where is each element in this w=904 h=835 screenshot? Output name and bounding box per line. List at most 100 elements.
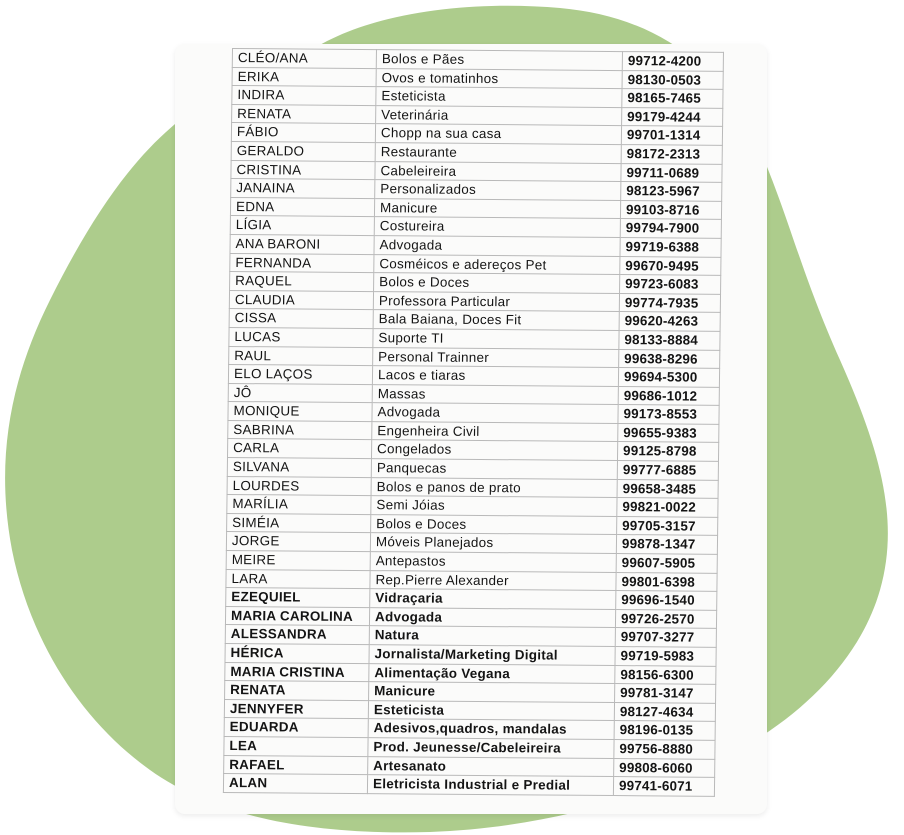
contact-service: Jornalista/Marketing Digital [368,644,616,666]
contact-name: CLAUDIA [229,290,374,310]
contact-service: Bolos e Pães [376,49,623,71]
contact-name: JÔ [228,383,373,403]
contact-service: Advogada [373,235,621,257]
contact-phone: 99719-6388 [619,237,722,257]
contact-phone: 99686-1012 [618,386,720,406]
contact-name: LOURDES [227,476,372,496]
contact-phone: 99670-9495 [619,256,721,276]
contact-name: EZEQUIEL [225,587,370,608]
contact-service: Bolos e panos de prato [371,477,618,498]
contact-name: RAFAEL [223,755,368,775]
contact-name: MEIRE [226,550,371,571]
contact-name: INDIRA [231,85,377,106]
contact-name: GERALDO [231,141,376,162]
contact-service: Costureira [374,216,621,238]
contact-phone: 99103-8716 [620,200,722,220]
contact-service: Advogada [369,607,616,628]
contact-name: EDNA [230,197,375,217]
contact-name: ANA BARONI [229,234,375,255]
contact-phone: 99777-6885 [617,460,719,480]
contact-phone: 98130-0503 [622,70,724,90]
contact-phone: 99694-5300 [618,367,720,388]
contact-service: Artesanato [367,756,614,777]
contact-phone: 99712-4200 [622,51,724,71]
contact-name: ALESSANDRA [225,624,370,645]
contact-service: Manicure [368,681,615,703]
contact-service: Chopp na sua casa [375,124,622,145]
contact-name: JANAINA [230,178,375,199]
contact-phone: 98165-7465 [621,88,724,109]
contact-phone: 99781-3147 [614,683,716,704]
contact-service: Engenheira Civil [371,421,618,443]
contact-list-sheet: CLÉO/ANA Bolos e Pães 99712-4200 ERIKA Ovos … [223,48,724,797]
contact-phone: 99878-1347 [616,534,718,555]
contact-name: RAUL [228,345,373,366]
contact-phone: 99794-7900 [620,218,722,239]
contact-phone: 98127-4634 [614,702,716,722]
contact-phone: 99707-3277 [615,627,717,648]
contact-service: Restaurante [375,142,622,164]
contact-name: CRISTINA [230,160,376,180]
contact-name: MARÍLIA [226,494,372,515]
contact-name: EDUARDA [224,717,369,738]
contact-service: Personal Trainner [372,347,619,368]
contact-service: Bolos e Doces [370,514,617,535]
contact-service: Esteticista [375,86,623,108]
contact-phone: 99756-8880 [613,739,716,759]
contact-phone: 99774-7935 [619,293,721,313]
contact-phone: 98172-2313 [621,144,723,164]
contact-name: SABRINA [227,420,372,441]
contact-phone: 99620-4263 [619,311,721,332]
contact-phone: 99719-5983 [614,646,717,666]
contact-service: Lacos e tiaras [372,365,619,387]
contact-phone: 99801-6398 [615,572,718,592]
contact-phone: 99705-3157 [616,516,718,536]
contacts-table: CLÉO/ANA Bolos e Pães 99712-4200 ERIKA Ovos … [223,48,724,797]
contact-service: Natura [369,626,616,647]
contact-service: Advogada [371,402,619,424]
contact-name: RENATA [231,104,376,125]
contact-phone: 99711-0689 [620,163,723,183]
contact-phone: 98156-6300 [614,665,716,685]
contact-name: MARIA CRISTINA [224,662,369,682]
contact-service: Cabeleireira [374,161,622,182]
contact-name: FERNANDA [229,253,374,273]
contact-service: Manicure [374,198,621,219]
contact-phone: 99179-4244 [621,107,723,127]
contact-name: CLÉO/ANA [232,48,377,69]
contact-service: Suporte TI [372,328,620,350]
contact-service: Panquecas [371,458,618,480]
contact-name: LARA [225,569,371,589]
contact-phone: 99808-6060 [613,758,715,778]
contact-service: Prod. Jeunesse/Cabeleireira [367,737,615,759]
contact-service: Semi Jóias [370,495,618,517]
contact-name: LUCAS [228,327,374,348]
contact-phone: 98196-0135 [614,720,716,741]
contact-phone: 99658-3485 [617,479,719,499]
contact-name: SIMÉIA [226,513,371,534]
contact-name: SILVANA [227,457,372,478]
contact-name: FÁBIO [231,122,376,143]
contact-service: Esteticista [368,700,615,721]
contact-name: RENATA [224,680,369,701]
contact-service: Personalizados [374,179,621,201]
contact-name: MONIQUE [227,401,373,422]
contact-phone: 98123-5967 [620,181,722,202]
contact-service: Professora Particular [373,291,620,312]
contact-service: Eletricista Industrial e Predial [367,774,614,796]
contact-phone: 99173-8553 [617,404,720,425]
contact-service: Móveis Planejados [370,533,617,554]
contact-phone: 99655-9383 [617,423,719,443]
contact-name: ERIKA [232,67,377,87]
contact-phone: 99638-8296 [618,349,720,369]
contact-service: Bala Baiana, Doces Fit [373,309,620,331]
contact-phone: 99607-5905 [616,553,718,573]
contact-service: Veterinária [375,105,622,126]
contact-service: Alimentação Vegana [368,663,615,684]
table-row: ALAN Eletricista Industrial e Predial 9974… [223,773,715,797]
contact-name: ALAN [223,773,368,794]
contact-name: ELO LAÇOS [228,364,373,385]
contact-phone: 99821-0022 [616,497,719,518]
contact-service: Rep.Pierre Alexander [369,570,617,591]
contact-service: Bolos e Doces [373,272,620,294]
